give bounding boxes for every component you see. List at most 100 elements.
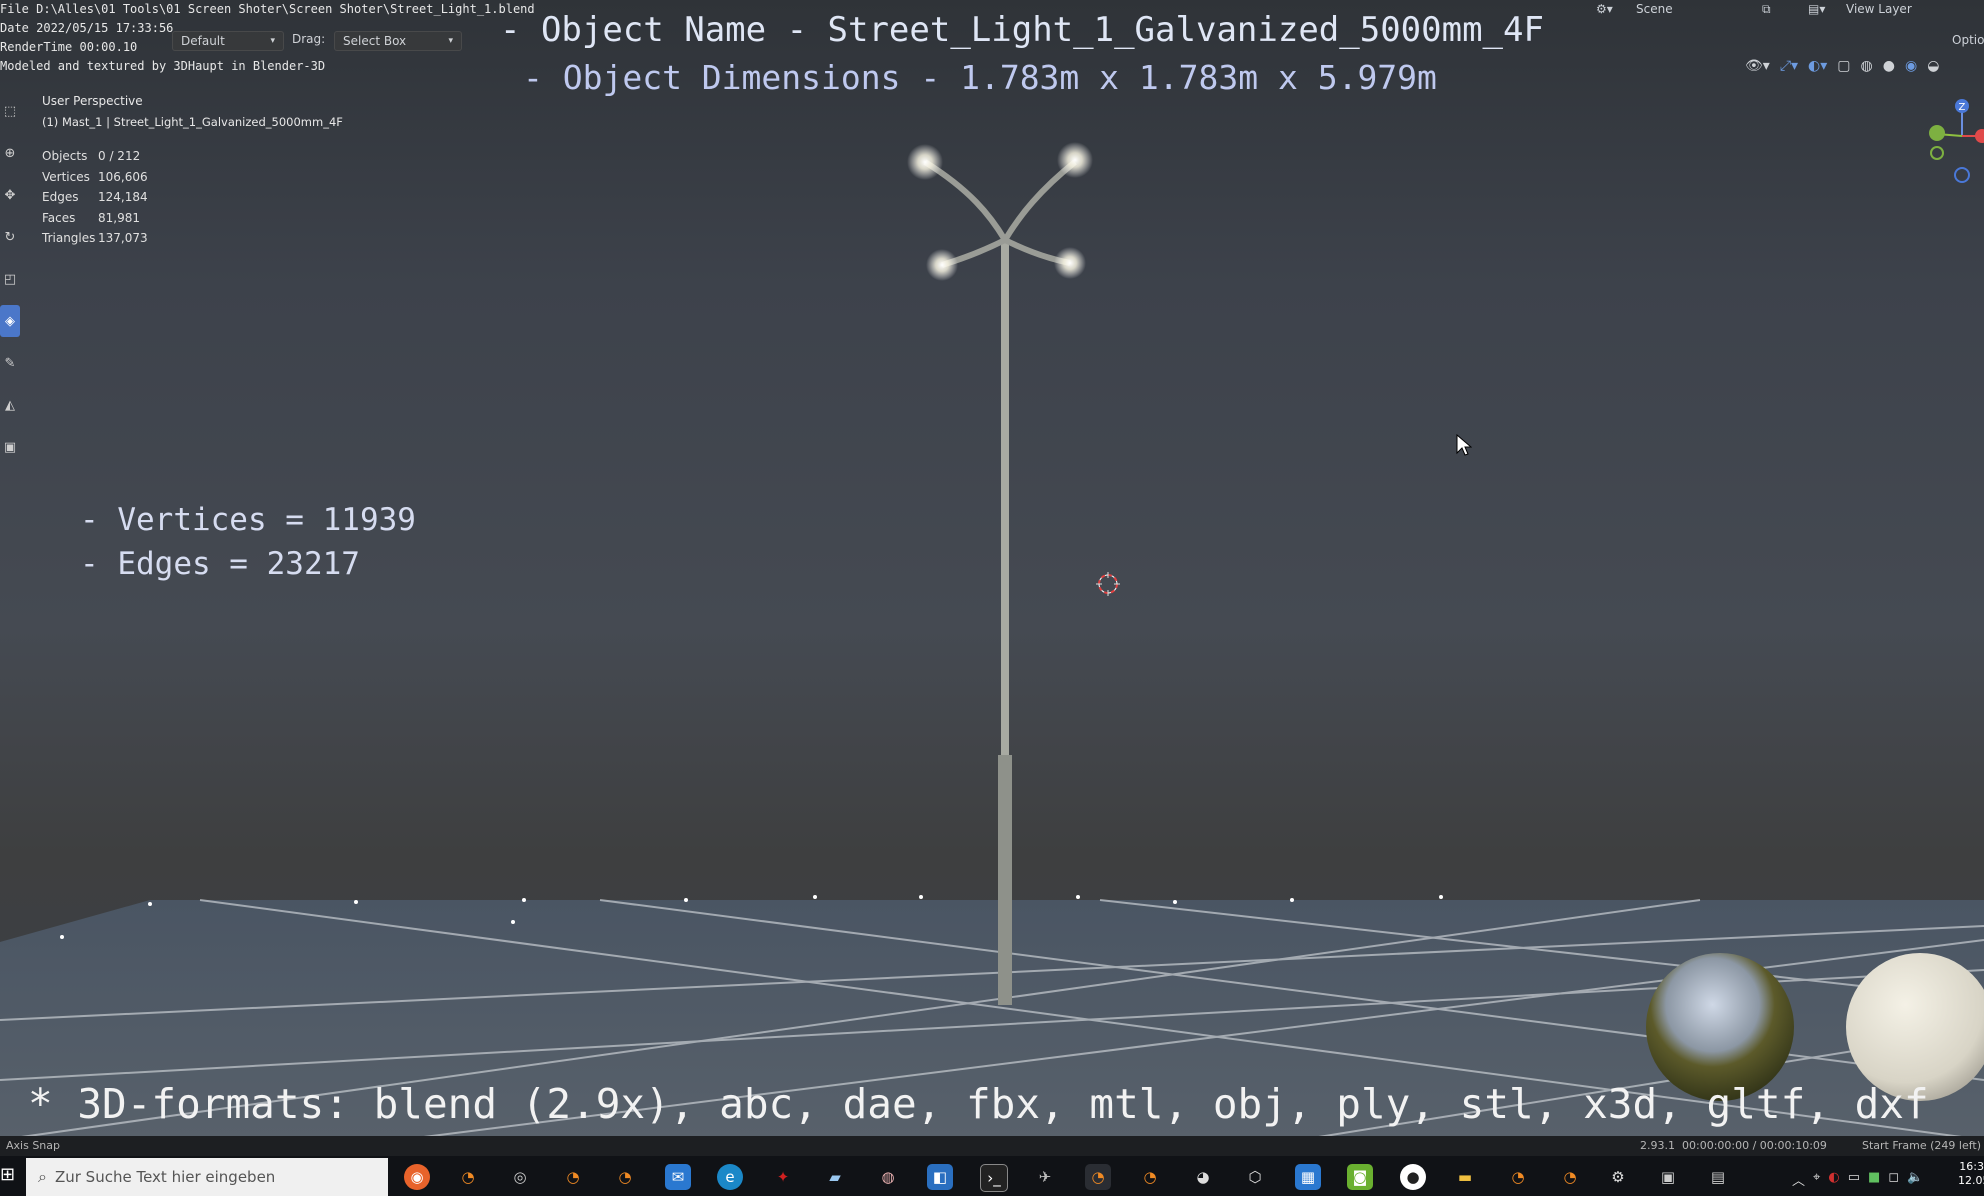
annotate-tool-icon[interactable]: ✎: [0, 347, 20, 379]
cube-app-icon[interactable]: ⬡: [1242, 1164, 1268, 1190]
move-tool-icon[interactable]: ✥: [0, 179, 20, 211]
blender-icon[interactable]: ◔: [612, 1164, 638, 1190]
visibility-icon[interactable]: 👁▾: [1745, 58, 1770, 74]
tray-app-icon[interactable]: ⌖: [1813, 1170, 1820, 1189]
file-path-stamp: File D:\Alles\01 Tools\01 Screen Shoter\…: [0, 2, 535, 16]
new-scene-icon[interactable]: ⧉: [1762, 2, 1771, 17]
material-shading-icon[interactable]: ◉: [1905, 58, 1917, 74]
orientation-dropdown[interactable]: Default ▾: [172, 31, 284, 51]
blender-icon[interactable]: ◔: [455, 1164, 481, 1190]
firefox-icon[interactable]: ◉: [404, 1164, 430, 1190]
start-frame-info: Start Frame (249 left): [1862, 1139, 1982, 1152]
stat-row-faces: Faces 81,981: [42, 208, 148, 229]
xray-icon[interactable]: ▢: [1837, 58, 1850, 74]
measure-tool-icon[interactable]: ◭: [0, 389, 20, 421]
battery-icon[interactable]: ▭: [1848, 1170, 1860, 1189]
search-icon: ⌕: [38, 1167, 47, 1186]
3d-cursor-icon[interactable]: [1096, 572, 1120, 596]
settings-gear-icon[interactable]: ⚙: [1605, 1164, 1631, 1190]
scene-icon[interactable]: ⚙▾: [1596, 2, 1613, 16]
edges-caption: - Edges = 23217: [80, 546, 360, 582]
scene-name[interactable]: Scene: [1636, 2, 1673, 16]
transform-tool-icon[interactable]: ◈: [0, 305, 20, 337]
taskbar-search-box[interactable]: ⌕ Zur Suche Text hier eingeben: [26, 1158, 388, 1196]
perspective-label: User Perspective: [42, 94, 143, 108]
object-name-caption: - Object Name - Street_Light_1_Galvanize…: [500, 10, 1544, 50]
blender-icon[interactable]: ◔: [560, 1164, 586, 1190]
credit-stamp: Modeled and textured by 3DHaupt in Blend…: [0, 59, 326, 73]
drag-select-dropdown[interactable]: Select Box ▾: [334, 31, 462, 51]
stat-label: Edges: [42, 190, 79, 205]
svg-text:Z: Z: [1959, 102, 1966, 113]
stat-value: 0 / 212: [98, 149, 141, 163]
stat-row-edges: Edges 124,184: [42, 187, 148, 208]
mail-icon[interactable]: ✉: [665, 1164, 691, 1190]
obs-icon[interactable]: ◎: [507, 1164, 533, 1190]
panda-app-icon[interactable]: ◕: [1190, 1164, 1216, 1190]
wireframe-shading-icon[interactable]: ◍: [1861, 58, 1873, 74]
add-cube-tool-icon[interactable]: ▣: [0, 431, 20, 463]
viewport-header-tools: 👁▾ ⤢▾ ◐▾ ▢ ◍ ● ◉ ◒: [1745, 58, 1939, 74]
windows-start-icon[interactable]: ⊞: [0, 1164, 15, 1190]
file-explorer-icon[interactable]: ▬: [1452, 1164, 1478, 1190]
timeline-time: 00:00:00:00 / 00:00:10:09: [1682, 1139, 1827, 1152]
stat-value: 81,981: [98, 210, 140, 225]
calendar-icon[interactable]: ▦: [1295, 1164, 1321, 1190]
scene-statistics: Objects 0 / 212 Vertices 106,606 Edges 124,…: [42, 146, 148, 249]
navigation-gizmo[interactable]: Z: [1922, 96, 1984, 192]
tray-expand-icon[interactable]: ︿: [1792, 1170, 1805, 1189]
app-icon-red[interactable]: ✦: [770, 1164, 796, 1190]
street-light-model[interactable]: [880, 120, 1140, 1010]
tray-app-icon[interactable]: ■: [1868, 1170, 1880, 1189]
stat-label: Objects: [42, 149, 88, 163]
network-icon[interactable]: ◻: [1888, 1170, 1899, 1189]
stat-value: 124,184: [98, 190, 148, 205]
select-tool-icon[interactable]: ⬚: [0, 95, 20, 127]
object-dimensions-caption: - Object Dimensions - 1.783m x 1.783m x …: [523, 58, 1437, 97]
notepad-icon[interactable]: ▰: [822, 1164, 848, 1190]
nvidia-icon[interactable]: ◙: [1347, 1164, 1373, 1190]
rendered-shading-icon[interactable]: ◒: [1927, 58, 1939, 74]
view-layer-icon[interactable]: ▤▾: [1808, 2, 1825, 16]
app-icon-circle[interactable]: ●: [1400, 1164, 1426, 1190]
gizmo-icon[interactable]: ⤢▾: [1780, 58, 1798, 74]
app-icon-gray[interactable]: ✈: [1032, 1164, 1058, 1190]
blender-icon[interactable]: ◔: [1137, 1164, 1163, 1190]
blender-version: 2.93.1: [1640, 1139, 1675, 1152]
tool-shelf: ⬚ ⊕ ✥ ↻ ◰ ◈ ✎ ◭ ▣: [0, 95, 22, 470]
stat-row-vertices: Vertices 106,606: [42, 167, 148, 188]
app-icon-blue[interactable]: ◧: [927, 1164, 953, 1190]
stat-label: Faces: [42, 210, 76, 225]
clock[interactable]: 16:3 12.05: [1958, 1160, 1984, 1188]
stat-label: Triangles: [42, 231, 96, 246]
stat-row-triangles: Triangles 137,073: [42, 228, 148, 249]
solid-shading-icon[interactable]: ●: [1883, 58, 1895, 74]
network-drive-icon[interactable]: ▤: [1705, 1164, 1731, 1190]
status-bar: Axis Snap 2.93.1 00:00:00:00 / 00:00:10:…: [0, 1136, 1984, 1156]
device-icon[interactable]: ▣: [1655, 1164, 1681, 1190]
rotate-tool-icon[interactable]: ↻: [0, 221, 20, 253]
blender-icon[interactable]: ◔: [1505, 1164, 1531, 1190]
overlay-icon[interactable]: ◐▾: [1808, 58, 1827, 74]
rendertime-stamp: RenderTime 00:00.10: [0, 40, 138, 54]
view-layer-name[interactable]: View Layer: [1846, 2, 1912, 16]
status-left-text: Axis Snap: [6, 1139, 60, 1152]
edge-browser-icon[interactable]: e: [717, 1164, 743, 1190]
terminal-icon[interactable]: ›_: [980, 1164, 1008, 1192]
stat-value: 137,073: [98, 231, 148, 246]
clock-date: 12.05: [1958, 1174, 1984, 1187]
stat-row-objects: Objects 0 / 212: [42, 146, 148, 167]
active-object-label: (1) Mast_1 | Street_Light_1_Galvanized_5…: [42, 115, 343, 129]
scale-tool-icon[interactable]: ◰: [0, 263, 20, 295]
blender-icon[interactable]: ◔: [1557, 1164, 1583, 1190]
stat-label: Vertices: [42, 169, 90, 184]
orientation-value: Default: [181, 34, 225, 48]
volume-icon[interactable]: 🔈: [1907, 1170, 1923, 1189]
app-icon-pink[interactable]: ◍: [875, 1164, 901, 1190]
tray-app-icon[interactable]: ◐: [1828, 1170, 1839, 1189]
chevron-down-icon: ▾: [270, 36, 275, 46]
options-menu[interactable]: Option: [1952, 33, 1984, 47]
cursor-tool-icon[interactable]: ⊕: [0, 137, 20, 169]
drag-select-value: Select Box: [343, 34, 407, 48]
blender-icon-active[interactable]: ◔: [1085, 1164, 1111, 1190]
